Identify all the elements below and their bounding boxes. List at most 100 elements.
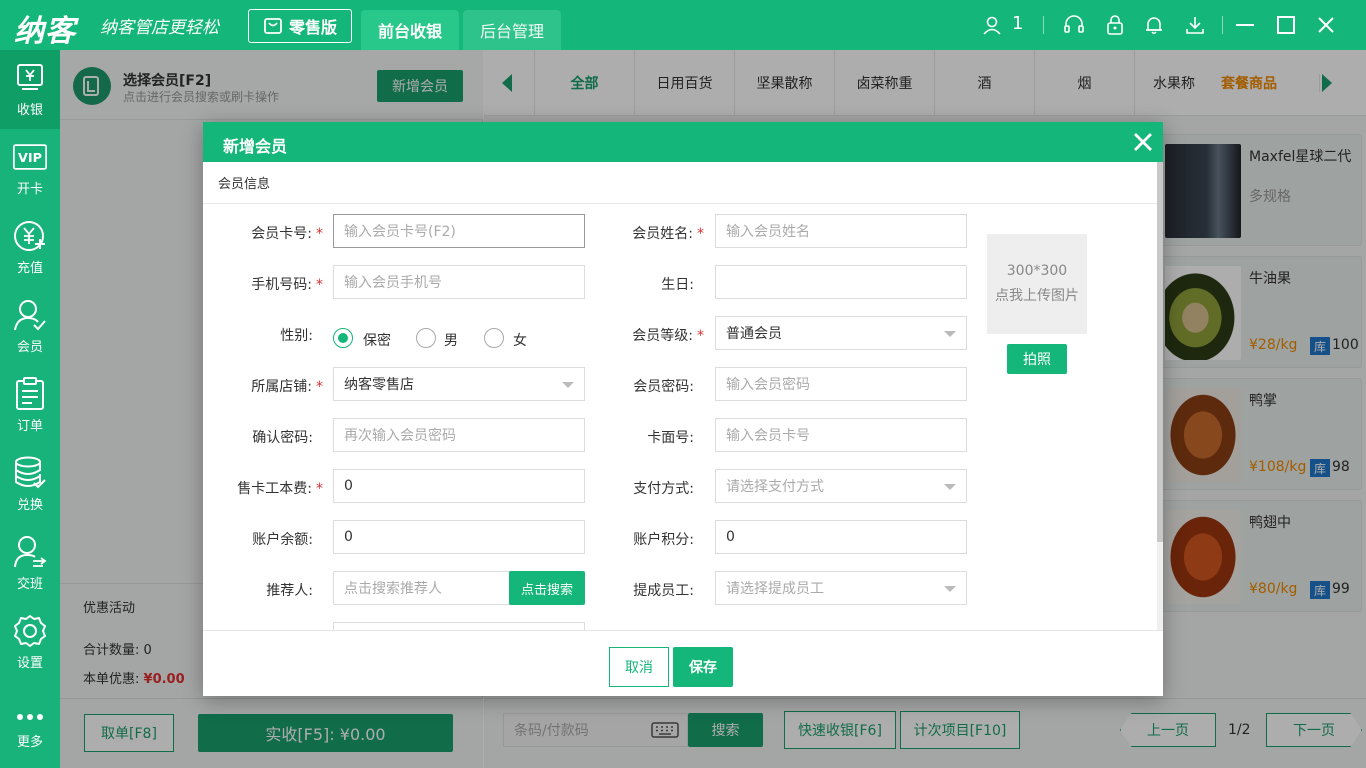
birthday-input[interactable] — [715, 265, 967, 299]
upload-hint: 点我上传图片 — [995, 288, 1079, 304]
nav-orders-label: 订单 — [16, 419, 43, 434]
card-no-label: 会员卡号: * — [251, 226, 323, 242]
user-count: 1 — [1012, 13, 1024, 34]
pay-method-placeholder: 请选择支付方式 — [726, 479, 824, 495]
member-level-label: 会员等级: * — [632, 328, 704, 344]
svg-text:VIP: VIP — [18, 151, 42, 166]
dialog-close-icon[interactable] — [1133, 132, 1153, 152]
nav-shift[interactable]: 交班 — [0, 524, 60, 603]
dialog-header: 新增会员 — [203, 122, 1163, 162]
photo-upload[interactable]: 300*300 点我上传图片 — [987, 234, 1087, 334]
nav-member[interactable]: 会员 — [0, 287, 60, 366]
close-icon[interactable] — [1315, 14, 1337, 36]
nav-shift-label: 交班 — [16, 577, 43, 592]
divider — [1222, 16, 1223, 34]
pay-method-label: 支付方式: — [633, 481, 694, 497]
gender-label: 性别: — [280, 328, 313, 344]
referrer-search-button[interactable]: 点击搜索 — [509, 571, 585, 605]
tab-front-desk[interactable]: 前台收银 — [361, 10, 459, 50]
card-fee-input[interactable]: 0 — [333, 469, 585, 503]
headset-icon[interactable] — [1063, 14, 1085, 36]
card-face-input[interactable]: 输入会员卡号 — [715, 418, 967, 452]
gender-option-male: 男 — [444, 333, 458, 349]
nav-cashier-label: 收银 — [16, 103, 43, 118]
phone-label: 手机号码: * — [251, 277, 323, 293]
vip-card-icon: VIP — [13, 140, 47, 174]
retail-edition-label: 零售版 — [288, 18, 337, 37]
referrer-label: 推荐人: — [266, 583, 313, 599]
cancel-button[interactable]: 取消 — [609, 647, 669, 687]
phone-input[interactable]: 输入会员手机号 — [333, 265, 585, 299]
pay-method-select[interactable]: 请选择支付方式 — [715, 469, 967, 503]
shop-icon — [264, 18, 282, 34]
points-label: 账户积分: — [633, 532, 694, 548]
take-photo-button[interactable]: 拍照 — [1007, 344, 1067, 374]
nav-settings[interactable]: 设置 — [0, 603, 60, 682]
nav-open-card-label: 开卡 — [16, 182, 43, 197]
top-bar: 纳客 纳客管店更轻松 零售版 前台收银 后台管理 1 — [0, 0, 1366, 50]
app-slogan: 纳客管店更轻松 — [100, 18, 219, 38]
left-nav: 收银 VIP 开卡 充值 会员 订单 兑换 交班 设置 更多 — [0, 50, 60, 768]
more-icon — [13, 707, 47, 727]
member-name-label: 会员姓名: * — [632, 226, 704, 242]
section-title: 会员信息 — [203, 162, 1163, 204]
dialog-scroll-thumb[interactable] — [1157, 162, 1163, 542]
download-icon[interactable] — [1184, 14, 1206, 36]
birthday-label: 生日: — [661, 277, 694, 293]
staff-select[interactable]: 请选择提成员工 — [715, 571, 967, 605]
member-password-input[interactable]: 输入会员密码 — [715, 367, 967, 401]
next-field-partial[interactable] — [333, 622, 585, 630]
staff-placeholder: 请选择提成员工 — [726, 581, 824, 597]
lock-icon[interactable] — [1104, 14, 1126, 36]
retail-edition-button[interactable]: 零售版 — [248, 9, 352, 43]
member-name-input[interactable]: 输入会员姓名 — [715, 214, 967, 248]
tab-backend[interactable]: 后台管理 — [463, 10, 561, 50]
chevron-down-icon — [944, 484, 956, 490]
nav-settings-label: 设置 — [16, 656, 43, 671]
nav-more-label: 更多 — [16, 735, 43, 750]
gender-radio-female[interactable] — [484, 328, 504, 348]
app-logo: 纳客 — [14, 14, 76, 49]
store-label: 所属店铺: * — [251, 379, 323, 395]
recharge-icon — [13, 219, 47, 253]
user-icon[interactable] — [981, 14, 1003, 36]
database-icon — [13, 456, 47, 490]
member-icon — [13, 298, 47, 332]
chevron-down-icon — [944, 586, 956, 592]
dialog-footer: 取消 保存 — [203, 630, 1163, 696]
minimize-icon[interactable] — [1234, 14, 1256, 36]
referrer-input[interactable]: 点击搜索推荐人 — [333, 571, 511, 605]
card-no-input[interactable]: 输入会员卡号(F2) — [333, 214, 585, 248]
bell-icon[interactable] — [1143, 14, 1165, 36]
chevron-down-icon — [562, 382, 574, 388]
chevron-down-icon — [944, 331, 956, 337]
confirm-password-input[interactable]: 再次输入会员密码 — [333, 418, 585, 452]
divider — [1043, 16, 1044, 34]
card-face-label: 卡面号: — [647, 430, 694, 446]
confirm-password-label: 确认密码: — [252, 430, 313, 446]
staff-label: 提成员工: — [633, 583, 694, 599]
upload-size: 300*300 — [1006, 263, 1068, 279]
maximize-icon[interactable] — [1275, 14, 1297, 36]
gender-option-female: 女 — [513, 333, 527, 349]
nav-more[interactable]: 更多 — [0, 689, 60, 768]
add-member-dialog: 新增会员 会员信息 会员卡号: * 输入会员卡号(F2) 手机号码: * 输入会员手… — [203, 122, 1163, 696]
member-level-select[interactable]: 普通会员 — [715, 316, 967, 350]
nav-recharge[interactable]: 充值 — [0, 208, 60, 287]
balance-input[interactable]: 0 — [333, 520, 585, 554]
handover-icon — [13, 535, 47, 569]
gender-radio-male[interactable] — [416, 328, 436, 348]
nav-exchange[interactable]: 兑换 — [0, 445, 60, 524]
nav-open-card[interactable]: VIP 开卡 — [0, 129, 60, 208]
nav-member-label: 会员 — [16, 340, 43, 355]
clipboard-icon — [13, 377, 47, 411]
nav-orders[interactable]: 订单 — [0, 366, 60, 445]
card-fee-label: 售卡工本费: * — [237, 481, 323, 497]
points-input[interactable]: 0 — [715, 520, 967, 554]
store-select[interactable]: 纳客零售店 — [333, 367, 585, 401]
nav-recharge-label: 充值 — [16, 261, 43, 276]
save-button[interactable]: 保存 — [673, 647, 733, 687]
gender-radio-secret[interactable] — [333, 328, 353, 348]
nav-cashier[interactable]: 收银 — [0, 50, 60, 129]
gender-option-secret: 保密 — [363, 333, 391, 349]
